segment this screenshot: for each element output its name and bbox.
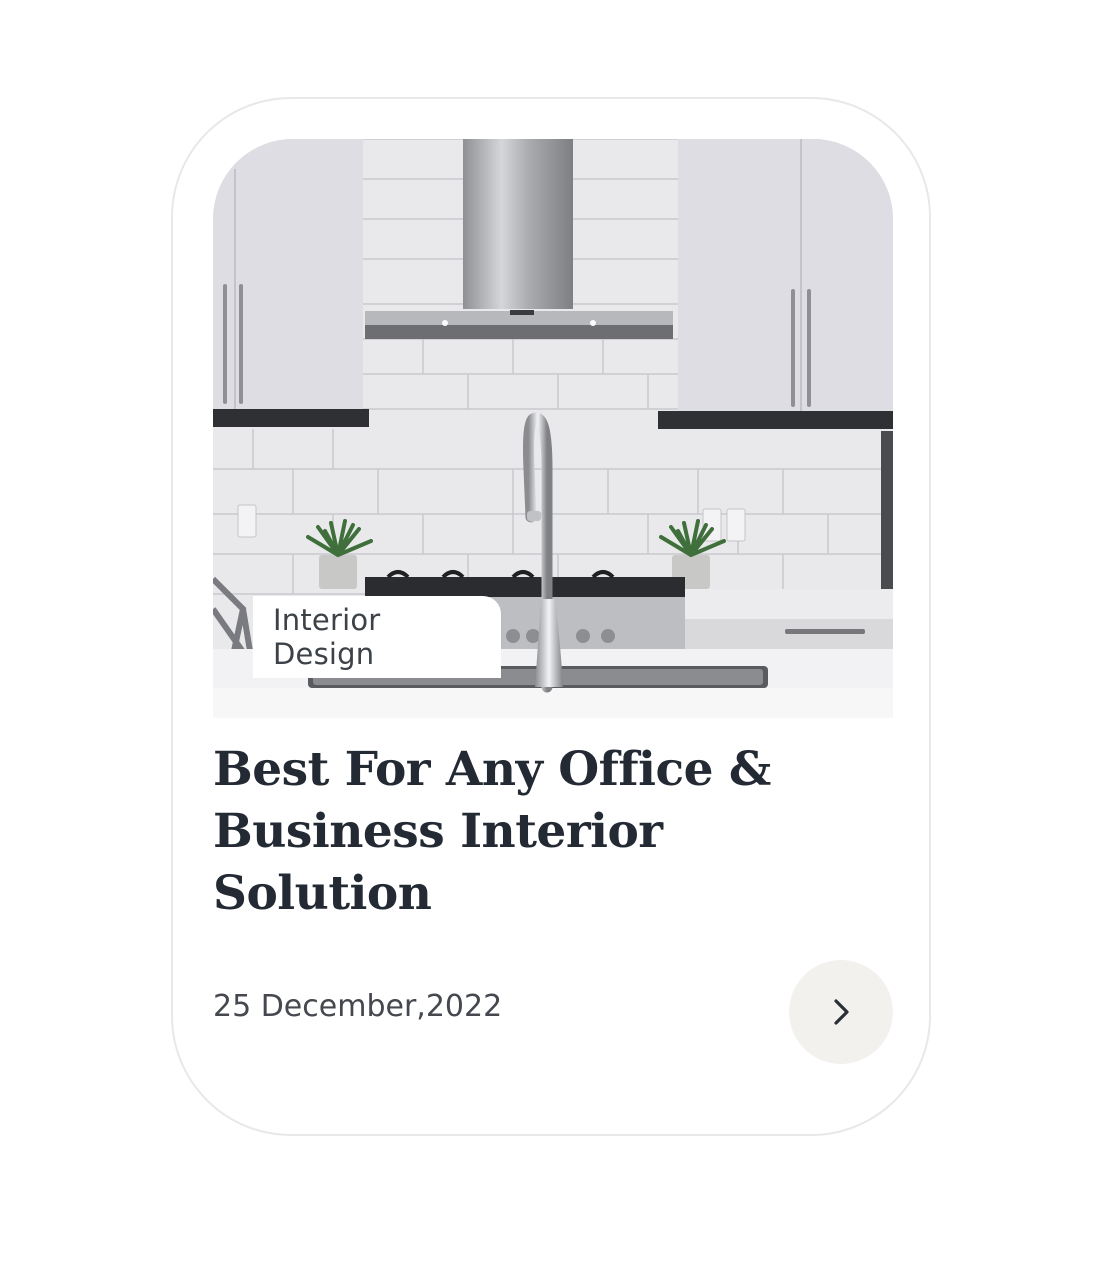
read-more-button[interactable]	[789, 960, 893, 1064]
chevron-right-icon	[834, 999, 849, 1025]
category-tag[interactable]: Interior Design	[253, 596, 501, 678]
blog-card[interactable]: Interior Design Best For Any Office & Bu…	[171, 97, 931, 1136]
post-date: 25 December,2022	[213, 989, 503, 1024]
card-title[interactable]: Best For Any Office & Business Interior …	[213, 739, 773, 925]
